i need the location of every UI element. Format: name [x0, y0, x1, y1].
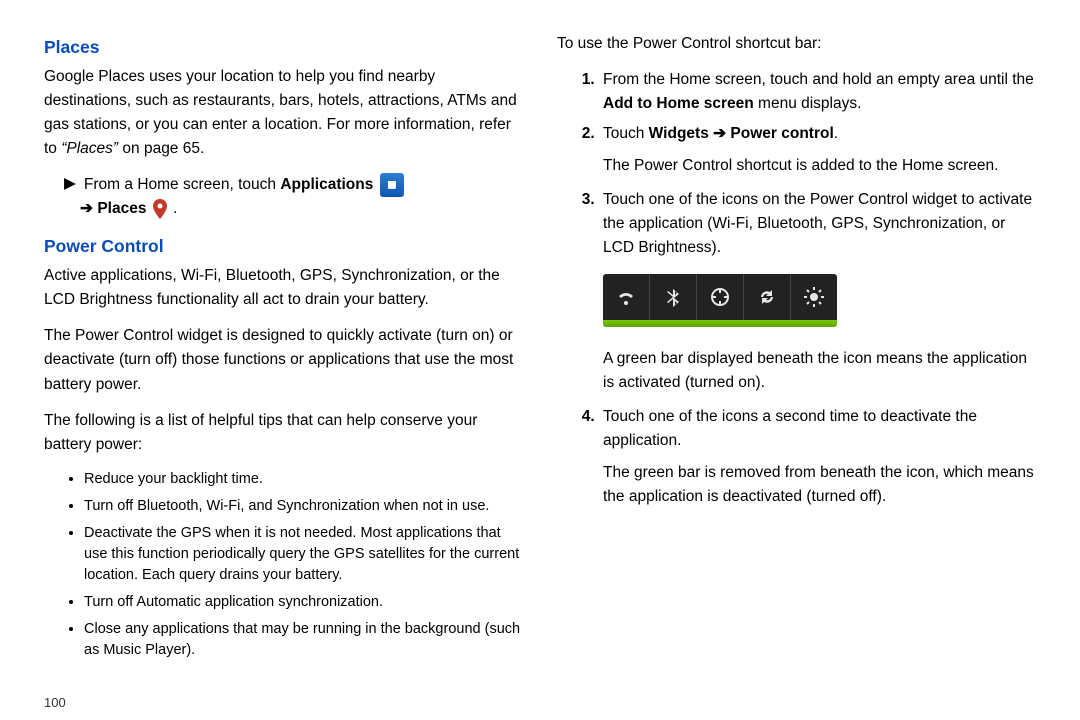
list-item: Close any applications that may be runni…: [84, 619, 523, 661]
text: From the Home screen, touch and hold an …: [603, 71, 1034, 88]
places-ref-italic: “Places”: [61, 140, 118, 157]
step-2: Touch Widgets ➔ Power control. The Power…: [599, 122, 1036, 178]
sync-icon: [744, 274, 791, 320]
applications-icon: [380, 173, 404, 197]
applications-bold: Applications: [280, 176, 373, 193]
brightness-icon: [791, 274, 837, 320]
step-3-after: A green bar displayed beneath the icon m…: [603, 347, 1036, 395]
step-2-sub: The Power Control shortcut is added to t…: [603, 154, 1036, 178]
active-bar: [603, 320, 837, 327]
gps-icon: [697, 274, 744, 320]
text: on page 65.: [118, 140, 204, 157]
page-number: 100: [44, 695, 66, 710]
text: Touch: [603, 125, 649, 142]
step-4-after: The green bar is removed from beneath th…: [603, 461, 1036, 509]
bluetooth-icon: [650, 274, 697, 320]
list-item: Turn off Automatic application synchroni…: [84, 592, 523, 613]
list-item: Deactivate the GPS when it is not needed…: [84, 523, 523, 586]
right-column: To use the Power Control shortcut bar: F…: [557, 28, 1036, 667]
power-control-p2: The Power Control widget is designed to …: [44, 324, 523, 396]
text: Touch one of the icons on the Power Cont…: [603, 191, 1032, 256]
places-pin-icon: [153, 199, 167, 219]
widgets-bold: Widgets: [649, 125, 709, 142]
triangle-bullet-icon: ▶: [64, 172, 76, 196]
text: From a Home screen, touch: [84, 176, 280, 193]
tips-list: Reduce your backlight time. Turn off Blu…: [44, 469, 523, 661]
heading-places: Places: [44, 34, 523, 61]
text: Touch one of the icons a second time to …: [603, 408, 977, 449]
power-control-steps: From the Home screen, touch and hold an …: [557, 68, 1036, 509]
text: menu displays.: [754, 95, 862, 112]
places-bold: Places: [97, 200, 146, 217]
power-control-intro: To use the Power Control shortcut bar:: [557, 32, 1036, 56]
add-to-home-bold: Add to Home screen: [603, 95, 754, 112]
wifi-icon: [603, 274, 650, 320]
left-column: Places Google Places uses your location …: [44, 28, 523, 667]
power-control-bold: Power control: [730, 125, 833, 142]
step-3: Touch one of the icons on the Power Cont…: [599, 188, 1036, 395]
heading-power-control: Power Control: [44, 233, 523, 260]
power-control-p1: Active applications, Wi-Fi, Bluetooth, G…: [44, 264, 523, 312]
arrow-icon: ➔: [709, 125, 731, 142]
step-1: From the Home screen, touch and hold an …: [599, 68, 1036, 116]
list-item: Reduce your backlight time.: [84, 469, 523, 490]
places-description: Google Places uses your location to help…: [44, 65, 523, 161]
power-control-widget: [603, 274, 837, 327]
places-step: ▶From a Home screen, touch Applications …: [44, 173, 523, 221]
text: .: [834, 125, 838, 142]
list-item: Turn off Bluetooth, Wi-Fi, and Synchroni…: [84, 496, 523, 517]
arrow-icon: ➔: [80, 200, 93, 217]
power-control-p3: The following is a list of helpful tips …: [44, 409, 523, 457]
step-4: Touch one of the icons a second time to …: [599, 405, 1036, 509]
